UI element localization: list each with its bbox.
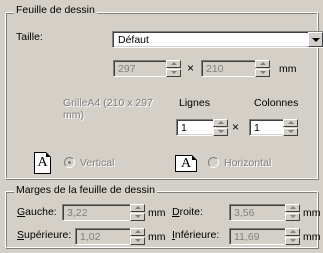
bottom-margin-label: Inférieure: bbox=[172, 229, 219, 241]
bottom-margin-unit: mm bbox=[303, 231, 321, 243]
top-margin-label-text: upérieure: bbox=[24, 229, 72, 241]
radio-selected-dot bbox=[68, 161, 71, 164]
top-margin-spinner[interactable] bbox=[130, 228, 145, 245]
left-margin-spinner[interactable] bbox=[130, 204, 145, 221]
right-margin-unit: mm bbox=[303, 207, 321, 219]
arrow-up-icon bbox=[218, 121, 224, 124]
page-fold-icon bbox=[192, 155, 197, 160]
right-margin-spin-up[interactable] bbox=[285, 204, 300, 212]
arrow-up-icon bbox=[171, 62, 177, 65]
left-margin-label: Gauche: bbox=[17, 206, 57, 218]
arrow-down-icon bbox=[171, 71, 177, 74]
size-label: Taille: bbox=[16, 31, 43, 43]
left-margin-spin-up[interactable] bbox=[130, 204, 145, 212]
height-spin-up[interactable] bbox=[255, 60, 270, 68]
rows-spin-up[interactable] bbox=[213, 119, 228, 127]
right-margin-label-text: roite: bbox=[179, 206, 203, 218]
top-margin-label: Supérieure: bbox=[17, 229, 71, 241]
bottom-margin-spinner[interactable] bbox=[285, 228, 300, 245]
arrow-down-icon bbox=[135, 239, 141, 242]
width-spin-up[interactable] bbox=[166, 60, 181, 68]
landscape-page-glyph: A bbox=[180, 156, 192, 171]
cols-spin-up[interactable] bbox=[283, 119, 298, 127]
right-margin-spinner[interactable] bbox=[285, 204, 300, 221]
right-margin-spin-down[interactable] bbox=[285, 213, 300, 221]
height-spinner[interactable] bbox=[255, 60, 270, 77]
cols-spin-down[interactable] bbox=[283, 128, 298, 136]
arrow-up-icon bbox=[290, 230, 296, 233]
size-dropdown-value: Défaut bbox=[118, 34, 149, 46]
width-spin-down[interactable] bbox=[166, 69, 181, 77]
bottom-margin-spin-down[interactable] bbox=[285, 237, 300, 245]
cols-input[interactable]: 1 bbox=[249, 119, 285, 136]
rows-input[interactable]: 1 bbox=[176, 119, 216, 136]
width-input[interactable]: 297 bbox=[113, 60, 168, 77]
arrow-down-icon bbox=[290, 239, 296, 242]
left-margin-spin-down[interactable] bbox=[130, 213, 145, 221]
page-fold-icon bbox=[46, 152, 51, 157]
margins-group-title: Marges de la feuille de dessin bbox=[14, 184, 157, 196]
arrow-up-icon bbox=[290, 206, 296, 209]
top-margin-accel: S bbox=[17, 229, 25, 241]
top-margin-input[interactable]: 1,02 bbox=[75, 228, 132, 245]
rows-spinner[interactable] bbox=[213, 119, 228, 136]
portrait-label: Vertical bbox=[80, 157, 115, 169]
top-margin-spin-down[interactable] bbox=[130, 237, 145, 245]
bottom-margin-spin-up[interactable] bbox=[285, 228, 300, 236]
left-margin-input[interactable]: 3,22 bbox=[62, 204, 132, 221]
arrow-down-icon bbox=[260, 71, 266, 74]
grid-info: GrilleA4 (210 x 297 mm) bbox=[63, 97, 153, 121]
portrait-page-icon: A bbox=[34, 152, 51, 174]
rows-label: Lignes bbox=[179, 97, 210, 109]
cols-spinner[interactable] bbox=[283, 119, 298, 136]
landscape-radio[interactable] bbox=[208, 157, 219, 168]
landscape-page-icon: A bbox=[175, 155, 197, 172]
right-margin-label: Droite: bbox=[172, 206, 203, 218]
left-margin-label-text: auche: bbox=[25, 206, 57, 218]
bottom-margin-label-text: nférieure: bbox=[174, 229, 220, 241]
width-spinner[interactable] bbox=[166, 60, 181, 77]
right-margin-input[interactable]: 3,56 bbox=[229, 204, 287, 221]
size-unit: mm bbox=[279, 63, 297, 75]
height-input[interactable]: 210 bbox=[201, 60, 257, 77]
sheet-group-title: Feuille de dessin bbox=[14, 4, 97, 16]
rows-spin-down[interactable] bbox=[213, 128, 228, 136]
right-margin-accel: D bbox=[172, 206, 180, 218]
arrow-up-icon bbox=[260, 62, 266, 65]
size-dropdown[interactable]: Défaut bbox=[112, 31, 323, 48]
portrait-page-glyph: A bbox=[37, 155, 48, 170]
arrow-up-icon bbox=[288, 121, 294, 124]
size-dropdown-button[interactable] bbox=[308, 32, 323, 47]
arrow-down-icon bbox=[218, 130, 224, 133]
height-spin-down[interactable] bbox=[255, 69, 270, 77]
grid-times-sign: × bbox=[232, 120, 240, 134]
cols-label: Colonnes bbox=[254, 97, 299, 109]
arrow-down-icon bbox=[135, 215, 141, 218]
chevron-down-icon bbox=[312, 38, 320, 42]
arrow-up-icon bbox=[135, 206, 141, 209]
top-margin-spin-up[interactable] bbox=[130, 228, 145, 236]
left-margin-accel: G bbox=[17, 206, 26, 218]
arrow-down-icon bbox=[288, 130, 294, 133]
size-times-sign: × bbox=[187, 61, 195, 75]
top-margin-unit: mm bbox=[148, 231, 166, 243]
portrait-radio[interactable] bbox=[64, 157, 75, 168]
landscape-label: Horizontal bbox=[224, 157, 272, 169]
arrow-down-icon bbox=[290, 215, 296, 218]
left-margin-unit: mm bbox=[148, 207, 166, 219]
bottom-margin-input[interactable]: 11,69 bbox=[229, 228, 287, 245]
arrow-up-icon bbox=[135, 230, 141, 233]
